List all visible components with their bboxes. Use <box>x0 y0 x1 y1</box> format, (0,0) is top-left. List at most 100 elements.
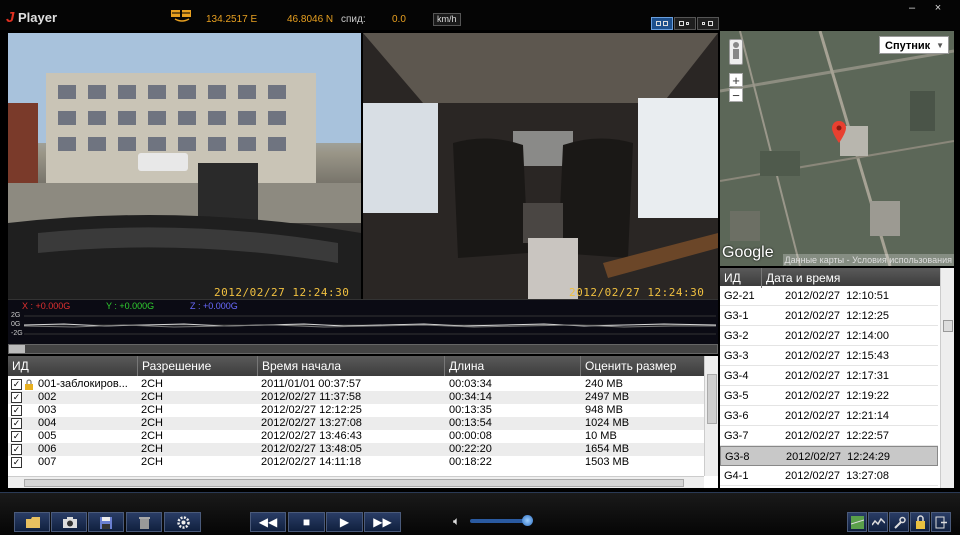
table-row[interactable]: ✓ 007 2CH 2012/02/27 14:11:18 00:18:22 1503 M… <box>8 456 704 469</box>
map-type-value: Спутник <box>885 40 931 52</box>
event-row[interactable]: G3-2 2012/02/27 12:14:00 <box>720 326 938 346</box>
map-zoom-in-button[interactable]: + <box>729 73 743 87</box>
table-row[interactable]: ✓ 006 2CH 2012/02/27 13:48:05 00:22:20 1654 M… <box>8 443 704 456</box>
event-id-cell: G3-5 <box>724 390 749 402</box>
file-resolution-cell: 2CH <box>141 417 164 429</box>
g-sensor-graph[interactable]: X : +0.000G Y : +0.000G Z : +0.000G 2G 0… <box>8 299 718 344</box>
event-datetime-cell: 2012/02/27 12:22:57 <box>785 430 889 442</box>
layout-dual-button[interactable] <box>651 17 673 30</box>
column-header-resolution[interactable]: Разрешение <box>138 356 258 376</box>
event-datetime-cell: 2012/02/27 12:21:14 <box>785 410 889 422</box>
file-length-cell: 00:34:14 <box>449 391 492 403</box>
play-button[interactable]: ▶ <box>326 512 363 532</box>
event-datetime-cell: 2012/02/27 12:19:22 <box>785 390 889 402</box>
event-row[interactable]: G3-3 2012/02/27 12:15:43 <box>720 346 938 366</box>
g-sensor-scrollbar[interactable] <box>8 344 718 354</box>
satellite-map[interactable]: + − Спутник ▼ Google Данные карты - Усло… <box>720 31 954 266</box>
map-view-button[interactable] <box>847 512 867 532</box>
g-tick-mid: 0G <box>11 321 21 328</box>
map-credit-link[interactable]: Данные карты - Условия использования <box>782 254 954 266</box>
table-row[interactable]: ✓ 001-заблокиров... 2CH 2011/01/01 00:37:57… <box>8 378 704 391</box>
file-length-cell: 00:13:54 <box>449 417 492 429</box>
volume-icon[interactable]: 🔈︎ <box>453 514 460 529</box>
row-checkbox[interactable]: ✓ <box>11 457 22 468</box>
file-size-cell: 10 MB <box>585 430 617 442</box>
file-length-cell: 00:13:35 <box>449 404 492 416</box>
event-row[interactable]: G2-21 2012/02/27 12:10:51 <box>720 286 938 306</box>
file-resolution-cell: 2CH <box>141 404 164 416</box>
volume-slider[interactable] <box>470 519 530 523</box>
event-row[interactable]: G3-1 2012/02/27 12:12:25 <box>720 306 938 326</box>
front-camera-timestamp: 2012/02/27 12:24:30 <box>214 286 350 299</box>
save-button[interactable] <box>88 512 124 532</box>
column-header-id[interactable]: ИД <box>8 356 138 376</box>
file-list-horizontal-scrollbar[interactable] <box>8 476 704 488</box>
table-row[interactable]: ✓ 004 2CH 2012/02/27 13:27:08 00:13:54 1024 M… <box>8 417 704 430</box>
file-size-cell: 948 MB <box>585 404 623 416</box>
event-column-header-id[interactable]: ИД <box>720 268 762 288</box>
table-row[interactable]: ✓ 002 2CH 2012/02/27 11:37:58 00:34:14 2497 M… <box>8 391 704 404</box>
table-row[interactable]: ✓ 005 2CH 2012/02/27 13:46:43 00:00:08 10 MB <box>8 430 704 443</box>
delete-button[interactable] <box>126 512 162 532</box>
rewind-button[interactable]: ◀◀ <box>250 512 286 532</box>
column-header-size[interactable]: Оценить размер <box>581 356 704 376</box>
front-camera-video[interactable]: 2012/02/27 12:24:30 <box>8 33 361 299</box>
map-type-select[interactable]: Спутник ▼ <box>879 36 949 54</box>
row-checkbox[interactable]: ✓ <box>11 444 22 455</box>
file-start-time-cell: 2012/02/27 13:27:08 <box>261 417 362 429</box>
exit-button[interactable] <box>931 512 951 532</box>
gear-icon <box>177 516 190 529</box>
file-id-cell: 007 <box>38 456 57 468</box>
event-row[interactable]: G4-1 2012/02/27 13:27:08 <box>720 466 938 486</box>
play-icon: ▶ <box>339 515 350 529</box>
minimize-button[interactable]: – <box>902 0 922 16</box>
row-checkbox[interactable]: ✓ <box>11 431 22 442</box>
event-id-cell: G3-2 <box>724 330 749 342</box>
tools-button[interactable] <box>889 512 909 532</box>
file-list-vertical-scrollbar[interactable] <box>704 356 718 476</box>
snapshot-button[interactable] <box>51 512 87 532</box>
event-row[interactable]: G3-5 2012/02/27 12:19:22 <box>720 386 938 406</box>
file-list-hscroll-thumb[interactable] <box>24 479 684 487</box>
event-row[interactable]: G3-6 2012/02/27 12:21:14 <box>720 406 938 426</box>
layout-pip-left-button[interactable] <box>674 17 696 30</box>
row-checkbox[interactable]: ✓ <box>11 418 22 429</box>
event-row[interactable]: G3-7 2012/02/27 12:22:57 <box>720 426 938 446</box>
event-list-scrollbar[interactable] <box>940 268 954 488</box>
map-zoom-out-button[interactable]: − <box>729 88 743 102</box>
row-checkbox[interactable]: ✓ <box>11 392 22 403</box>
file-id-cell: 002 <box>38 391 57 403</box>
map-icon <box>851 516 864 529</box>
column-header-length[interactable]: Длина <box>445 356 581 376</box>
file-list-table: ИД Разрешение Время начала Длина Оценить… <box>8 356 718 488</box>
graph-view-button[interactable] <box>868 512 888 532</box>
lock-button[interactable] <box>910 512 930 532</box>
settings-button[interactable] <box>164 512 201 532</box>
table-row[interactable]: ✓ 003 2CH 2012/02/27 12:12:25 00:13:35 948 MB <box>8 404 704 417</box>
event-row[interactable]: G3-8 2012/02/27 12:24:29 <box>720 446 938 466</box>
open-folder-button[interactable] <box>14 512 50 532</box>
row-checkbox[interactable]: ✓ <box>11 405 22 416</box>
close-button[interactable]: × <box>928 0 948 16</box>
column-header-start-time[interactable]: Время начала <box>258 356 445 376</box>
stop-button[interactable]: ■ <box>288 512 325 532</box>
fast-forward-icon: ▶▶ <box>373 515 392 529</box>
file-length-cell: 00:18:22 <box>449 456 492 468</box>
event-list-scroll-thumb[interactable] <box>943 320 953 332</box>
file-id-cell: 004 <box>38 417 57 429</box>
fast-forward-button[interactable]: ▶▶ <box>364 512 401 532</box>
layout-pip-right-button[interactable] <box>697 17 719 30</box>
event-row[interactable]: G3-4 2012/02/27 12:17:31 <box>720 366 938 386</box>
map-imagery <box>720 31 954 266</box>
row-checkbox[interactable]: ✓ <box>11 379 22 390</box>
gps-satellite-icon <box>171 10 191 22</box>
cabin-camera-video[interactable]: 2012/02/27 12:24:30 <box>363 33 718 299</box>
volume-slider-knob[interactable] <box>522 515 533 526</box>
street-view-pegman[interactable] <box>729 39 743 65</box>
file-start-time-cell: 2012/02/27 12:12:25 <box>261 404 362 416</box>
rewind-icon: ◀◀ <box>258 515 278 529</box>
g-sensor-scroll-thumb[interactable] <box>9 345 25 353</box>
file-start-time-cell: 2012/02/27 14:11:18 <box>261 456 362 468</box>
file-list-vscroll-thumb[interactable] <box>707 374 717 424</box>
event-column-header-datetime[interactable]: Дата и время <box>762 268 940 288</box>
